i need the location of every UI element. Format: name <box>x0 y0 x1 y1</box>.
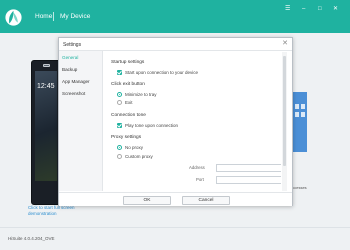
device-home-button <box>43 64 50 67</box>
tone-option-label: Play tone upon connection <box>125 123 179 128</box>
proxy-custom-label: Custom proxy <box>125 154 153 159</box>
address-label: Address <box>189 165 205 170</box>
exit-minimize-radio[interactable] <box>117 92 122 97</box>
exit-exit-label: Exit <box>125 100 133 105</box>
dialog-close-icon[interactable]: ✕ <box>282 40 288 48</box>
maximize-icon[interactable]: □ <box>318 6 322 12</box>
sidebar-item-backup[interactable]: Backup <box>62 67 77 72</box>
fullscreen-hint[interactable]: Click to start full screen demonstration <box>28 205 75 217</box>
minimize-icon[interactable]: – <box>302 6 305 12</box>
device-preview[interactable]: 12:45 <box>31 60 61 205</box>
startup-heading: Startup settings <box>111 60 145 65</box>
settings-sidebar: General Backup App Manager Screenshot <box>59 51 103 191</box>
version-label: HiSuite 4.0.4.204_OVE <box>8 236 55 241</box>
nav-divider <box>53 12 54 21</box>
nav-home[interactable]: Home <box>35 13 52 20</box>
close-icon[interactable]: ✕ <box>333 6 338 12</box>
exit-heading: Click exit button <box>111 82 145 87</box>
scrollbar-thumb[interactable] <box>283 56 286 166</box>
sidebar-item-app-manager[interactable]: App Manager <box>62 79 90 84</box>
tone-checkbox[interactable] <box>117 123 122 128</box>
settings-scrollbar[interactable] <box>282 52 287 191</box>
menu-icon[interactable]: ☰ <box>285 6 290 12</box>
dialog-footer: OK Cancel <box>59 192 292 206</box>
app-logo-icon <box>5 9 22 26</box>
device-clock: 12:45 <box>37 83 55 90</box>
exit-exit-radio[interactable] <box>117 100 122 105</box>
title-bar: Home My Device ☰ – □ ✕ <box>0 0 350 33</box>
port-input[interactable] <box>216 176 281 184</box>
sidebar-item-general[interactable]: General <box>62 55 78 60</box>
ok-button[interactable]: OK <box>123 196 171 205</box>
tone-heading: Connection tone <box>111 113 146 118</box>
status-bar: HiSuite 4.0.4.204_OVE <box>0 227 350 250</box>
proxy-heading: Proxy settings <box>111 135 142 140</box>
proxy-none-radio[interactable] <box>117 145 122 150</box>
proxy-none-label: No proxy <box>125 145 144 150</box>
port-label: Port <box>196 177 204 182</box>
settings-content: Startup settings Start upon connection t… <box>109 55 281 187</box>
dialog-header: Settings ✕ <box>59 38 292 51</box>
exit-minimize-label: Minimize to tray <box>125 92 157 97</box>
background-panel <box>293 92 307 152</box>
startup-checkbox[interactable] <box>117 70 122 75</box>
proxy-custom-radio[interactable] <box>117 154 122 159</box>
nav-my-device[interactable]: My Device <box>60 13 90 20</box>
startup-option-label: Start upon connection to your device <box>125 70 199 75</box>
dialog-title: Settings <box>63 41 82 48</box>
settings-dialog: Settings ✕ General Backup App Manager Sc… <box>58 37 293 206</box>
sidebar-item-screenshot[interactable]: Screenshot <box>62 91 85 96</box>
cancel-button[interactable]: Cancel <box>182 196 230 205</box>
address-input[interactable] <box>216 164 281 172</box>
